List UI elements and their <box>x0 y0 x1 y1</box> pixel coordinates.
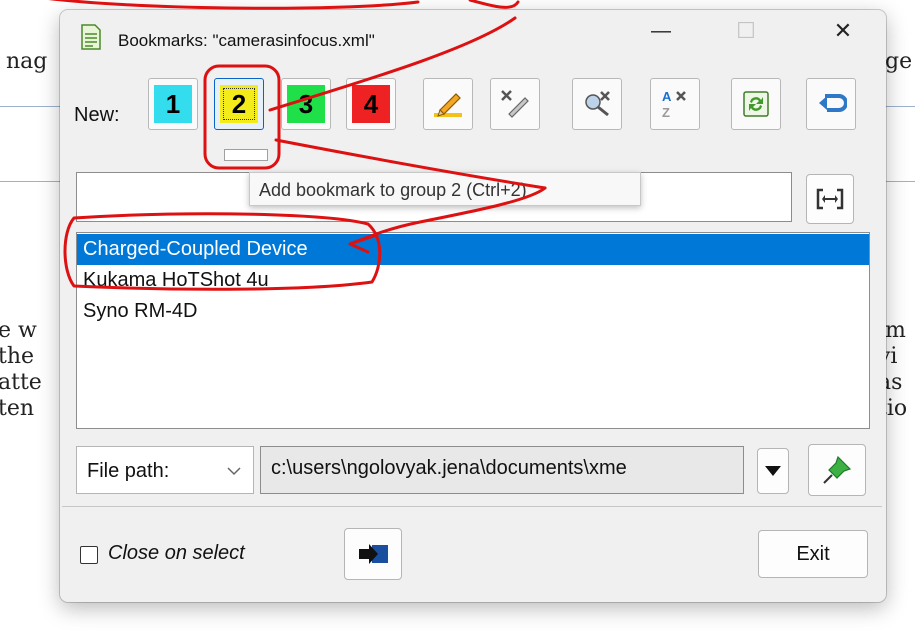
refresh-icon <box>743 91 769 117</box>
back-arrow-icon <box>819 94 847 112</box>
group-3-button[interactable]: 3 <box>281 78 331 130</box>
group-1-label: 1 <box>165 88 181 119</box>
edit-pencil-icon <box>434 93 462 117</box>
file-path-field[interactable]: c:\users\ngolovyak.jena\documents\xme <box>260 446 744 494</box>
bg-text-fragment: atte <box>0 370 42 395</box>
delete-tools-icon <box>585 91 610 117</box>
bg-divider <box>884 106 915 107</box>
close-button[interactable]: ✕ <box>825 16 861 46</box>
maximize-button[interactable]: ☐ <box>728 16 764 46</box>
pin-icon <box>823 455 852 484</box>
file-path-value: c:\users\ngolovyak.jena\documents\xme <box>271 457 627 479</box>
group-2-button[interactable]: 2 <box>214 78 264 130</box>
exit-button[interactable]: Exit <box>758 530 868 578</box>
dialog-title: Bookmarks: "camerasinfocus.xml" <box>118 31 375 50</box>
delete-edit-button[interactable] <box>490 78 540 130</box>
delete-edit-icon <box>501 90 529 118</box>
bookmarks-list[interactable]: Charged-Coupled Device Kukama HoTShot 4u… <box>76 232 870 429</box>
list-item[interactable]: Kukama HoTShot 4u <box>77 265 869 296</box>
minimize-button[interactable]: — <box>643 16 679 46</box>
document-icon <box>80 24 102 50</box>
group-3-label: 3 <box>298 88 314 119</box>
sort-az-icon: A Z <box>662 89 686 120</box>
svg-text:A: A <box>662 89 672 104</box>
file-path-selector[interactable]: File path: <box>76 446 254 494</box>
group-1-button[interactable]: 1 <box>148 78 198 130</box>
bg-text-fragment: ten <box>0 396 35 421</box>
list-item[interactable]: Syno RM-4D <box>77 296 869 327</box>
file-path-dropdown-button[interactable] <box>757 448 789 494</box>
bg-divider <box>884 181 915 182</box>
expand-button[interactable] <box>806 174 854 224</box>
exit-button-label: Exit <box>796 543 830 565</box>
tooltip: Add bookmark to group 2 (Ctrl+2) <box>249 172 641 206</box>
new-label: New: <box>74 104 120 126</box>
group-4-button[interactable]: 4 <box>346 78 396 130</box>
back-button[interactable] <box>806 78 856 130</box>
group-2-label: 2 <box>231 88 247 119</box>
delete-tools-button[interactable] <box>572 78 622 130</box>
bg-text-fragment: the <box>0 344 35 369</box>
expand-brackets-icon <box>816 188 844 210</box>
dropdown-arrow-icon <box>765 466 781 476</box>
close-on-select-checkbox[interactable] <box>80 546 98 564</box>
sort-button[interactable]: A Z <box>650 78 700 130</box>
edit-bookmark-button[interactable] <box>423 78 473 130</box>
separator <box>62 506 882 507</box>
go-to-arrow-icon <box>359 544 388 564</box>
pin-button[interactable] <box>808 444 866 496</box>
svg-text:Z: Z <box>662 105 670 120</box>
list-item[interactable]: Charged-Coupled Device <box>77 234 869 265</box>
go-to-bookmark-button[interactable] <box>344 528 402 580</box>
bg-divider <box>0 181 62 182</box>
file-path-selector-label: File path: <box>87 460 170 482</box>
group-4-label: 4 <box>363 88 379 119</box>
bg-text-fragment: e w <box>0 318 37 343</box>
close-on-select-label[interactable]: Close on select <box>108 542 245 565</box>
chevron-down-icon <box>227 463 241 481</box>
bg-text-fragment: nag <box>6 49 48 74</box>
refresh-button[interactable] <box>731 78 781 130</box>
bg-divider <box>0 106 62 107</box>
group-2-indicator <box>224 149 268 161</box>
